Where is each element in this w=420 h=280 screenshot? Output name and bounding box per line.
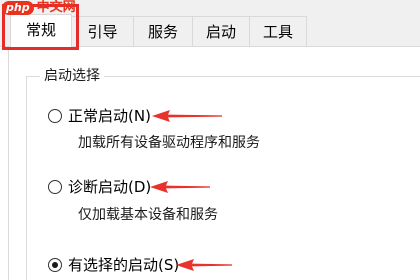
normal-startup-label: 正常启动(N) (68, 107, 151, 125)
tab-services-label: 服务 (147, 23, 178, 41)
diagnostic-startup-description: 仅加载基本设备和服务 (78, 207, 218, 223)
tab-boot-label: 引导 (87, 23, 118, 41)
selective-startup-radio[interactable] (48, 258, 62, 272)
normal-startup-radio[interactable] (48, 109, 62, 123)
system-configuration-window: php 中文网 常规 引导 服务 启动 工具 启动选择 正常启动(N) 加载所有… (0, 0, 420, 280)
selective-startup-option[interactable]: 有选择的启动(S) (48, 254, 179, 276)
watermark-logo: php 中文网 (2, 0, 76, 16)
startup-selection-legend: 启动选择 (40, 67, 104, 85)
diagnostic-startup-label: 诊断启动(D) (68, 178, 152, 196)
tab-tools[interactable]: 工具 (249, 16, 307, 46)
red-arrow-icon (152, 110, 222, 122)
normal-startup-description: 加载所有设备驱动程序和服务 (78, 135, 260, 151)
normal-startup-option[interactable]: 正常启动(N) (48, 105, 151, 127)
tab-boot[interactable]: 引导 (71, 16, 134, 46)
red-arrow-icon (176, 259, 232, 271)
red-arrow-icon (150, 181, 210, 193)
selective-startup-label: 有选择的启动(S) (68, 256, 180, 274)
diagnostic-startup-option[interactable]: 诊断启动(D) (48, 176, 151, 198)
tab-startup-label: 启动 (205, 23, 236, 41)
tab-startup[interactable]: 启动 (192, 16, 250, 46)
tab-general[interactable]: 常规 (10, 14, 72, 47)
tab-tools-label: 工具 (262, 23, 293, 41)
tab-services[interactable]: 服务 (133, 16, 193, 46)
tab-general-label: 常规 (25, 21, 56, 39)
watermark-badge: php (2, 1, 34, 15)
watermark-text: 中文网 (36, 0, 76, 15)
diagnostic-startup-radio[interactable] (48, 180, 62, 194)
